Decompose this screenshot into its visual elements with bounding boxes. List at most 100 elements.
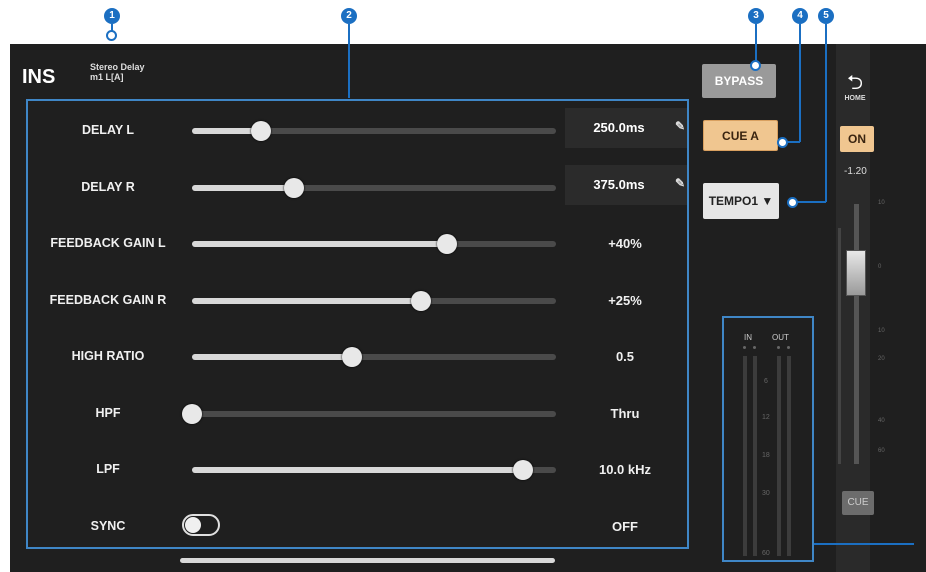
effect-name: Stereo Delay bbox=[90, 62, 145, 72]
param-slider-track[interactable] bbox=[192, 467, 556, 473]
param-slider-fill bbox=[192, 354, 353, 360]
meter-scale-label: 30 bbox=[762, 490, 770, 497]
callout-badge-2: 2 bbox=[341, 8, 357, 24]
meter-peak-dot bbox=[787, 346, 790, 349]
callout-leader-dot-5 bbox=[787, 197, 798, 208]
param-value-field[interactable]: 375.0ms ✎ bbox=[565, 164, 687, 205]
callout-badge-4: 4 bbox=[792, 8, 808, 24]
param-label: LPF bbox=[96, 462, 120, 476]
parameter-panel: DELAY L 250.0ms ✎ DELAY R 375.0ms ✎ FEEDBACK G… bbox=[26, 99, 689, 549]
meter-bar-out-l bbox=[777, 356, 781, 556]
param-label: SYNC bbox=[90, 518, 126, 533]
param-row: SYNC OFF bbox=[28, 509, 687, 545]
fader-scale-label: 10 bbox=[878, 200, 885, 206]
param-slider-track[interactable] bbox=[192, 297, 556, 304]
meter-scale-label: 6 bbox=[764, 378, 768, 385]
param-slider-track[interactable] bbox=[192, 128, 556, 134]
param-slider-track[interactable] bbox=[192, 241, 556, 247]
cue-a-button[interactable]: CUE A bbox=[703, 120, 778, 151]
fader-level-meter bbox=[838, 228, 841, 464]
meter-scale-label: 12 bbox=[762, 414, 770, 421]
param-label: FEEDBACK GAIN R bbox=[49, 292, 167, 307]
param-slider-fill bbox=[192, 241, 447, 247]
param-slider-fill bbox=[192, 297, 422, 304]
param-slider-knob[interactable] bbox=[513, 460, 534, 480]
param-value-field[interactable]: 250.0ms ✎ bbox=[565, 108, 687, 148]
fader-scale-label: 40 bbox=[878, 418, 885, 424]
param-slider-track[interactable] bbox=[192, 410, 556, 417]
param-row: HIGH RATIO 0.5 bbox=[28, 339, 687, 375]
home-label: HOME bbox=[844, 95, 866, 102]
fader-scale-label: 0 bbox=[878, 264, 882, 270]
param-value: +25% bbox=[608, 292, 642, 308]
param-row: HPF Thru bbox=[28, 396, 687, 432]
fader-scale-label: 60 bbox=[878, 448, 885, 454]
callout-leader-5 bbox=[825, 24, 827, 202]
sync-toggle[interactable] bbox=[182, 513, 220, 536]
level-meter: IN OUT 6 12 18 30 60 bbox=[722, 316, 814, 562]
param-slider-knob[interactable] bbox=[182, 403, 202, 424]
param-row: FEEDBACK GAIN L +40% bbox=[28, 226, 687, 262]
channel-name: m1 L[A] bbox=[90, 72, 124, 82]
param-value: 375.0ms bbox=[593, 176, 645, 192]
callout-leader-4 bbox=[799, 24, 801, 142]
param-slider-track[interactable] bbox=[192, 184, 556, 191]
param-value: 250.0ms bbox=[593, 120, 645, 135]
callout-badge-5: 5 bbox=[818, 8, 834, 24]
fader-scale-label: 20 bbox=[878, 356, 885, 362]
on-button[interactable]: ON bbox=[840, 126, 874, 152]
fader-cue-button[interactable]: CUE bbox=[842, 491, 874, 515]
param-value: Thru bbox=[610, 405, 640, 421]
fader-gain-value: -1.20 bbox=[844, 166, 867, 177]
toggle-knob bbox=[185, 516, 201, 533]
pencil-icon[interactable]: ✎ bbox=[675, 119, 685, 133]
param-slider-fill bbox=[192, 467, 524, 473]
meter-bar-out-r bbox=[787, 356, 791, 556]
callout-leader-dot-1 bbox=[106, 30, 117, 41]
param-slider-knob[interactable] bbox=[283, 177, 304, 198]
param-value: 0.5 bbox=[615, 349, 635, 364]
callout-badge-3: 3 bbox=[748, 8, 764, 24]
bypass-button[interactable]: BYPASS bbox=[702, 64, 776, 98]
tempo-select[interactable]: TEMPO1 ▼ bbox=[703, 183, 779, 219]
param-row: FEEDBACK GAIN R +25% bbox=[28, 283, 687, 319]
param-slider-knob[interactable] bbox=[251, 121, 272, 141]
fader-knob[interactable] bbox=[846, 250, 866, 296]
fader-scale-label: 10 bbox=[878, 328, 885, 334]
param-row: DELAY R 375.0ms ✎ bbox=[28, 164, 687, 206]
meter-out-label: OUT bbox=[772, 333, 789, 342]
fader-track bbox=[854, 204, 859, 464]
param-slider-fill bbox=[192, 184, 294, 191]
meter-peak-dot bbox=[753, 346, 756, 349]
pencil-icon[interactable]: ✎ bbox=[675, 176, 685, 190]
param-label: FEEDBACK GAIN L bbox=[50, 236, 166, 250]
callout-leader-6 bbox=[814, 543, 914, 545]
insert-effect-screen: INS Stereo Delay m1 L[A] DELAY L 250.0ms ✎… bbox=[10, 44, 926, 572]
meter-peak-dot bbox=[777, 346, 780, 349]
meter-in-label: IN bbox=[744, 333, 752, 342]
param-value: OFF bbox=[612, 518, 638, 534]
page-title: INS bbox=[22, 66, 56, 88]
param-label: HPF bbox=[95, 405, 121, 420]
meter-scale-label: 18 bbox=[762, 452, 770, 459]
meter-peak-dot bbox=[743, 346, 746, 349]
callout-badge-1: 1 bbox=[104, 8, 120, 24]
param-slider-knob[interactable] bbox=[411, 290, 432, 311]
param-slider-knob[interactable] bbox=[436, 234, 457, 254]
meter-scale-label: 60 bbox=[762, 550, 770, 557]
meter-bar-in-r bbox=[753, 356, 757, 556]
param-value: 10.0 kHz bbox=[598, 462, 652, 477]
callout-leader-3 bbox=[755, 24, 757, 62]
scrollbar[interactable] bbox=[180, 558, 555, 563]
callout-leader-dot-3 bbox=[750, 60, 761, 71]
param-value: +40% bbox=[608, 236, 642, 251]
param-row: DELAY L 250.0ms ✎ bbox=[28, 108, 687, 149]
param-label: HIGH RATIO bbox=[71, 349, 145, 363]
param-slider-knob[interactable] bbox=[342, 347, 363, 367]
param-slider-track[interactable] bbox=[192, 354, 556, 360]
param-label: DELAY R bbox=[81, 179, 135, 194]
callout-leader-dot-4 bbox=[777, 137, 788, 148]
meter-bar-in-l bbox=[743, 356, 747, 556]
callout-leader-2 bbox=[348, 24, 350, 98]
param-row: LPF 10.0 kHz bbox=[28, 452, 687, 488]
